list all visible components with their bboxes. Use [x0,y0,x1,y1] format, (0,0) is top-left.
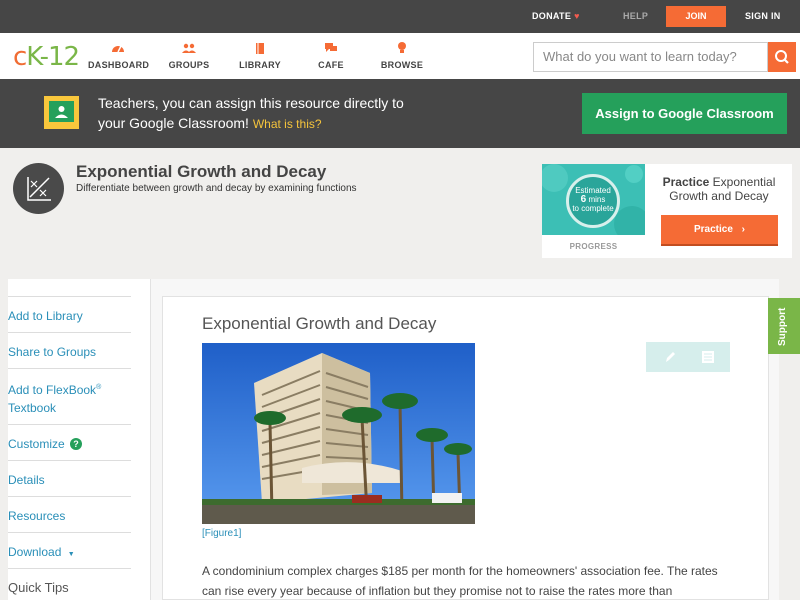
sidebar-add-to-library[interactable]: Add to Library [8,296,131,332]
library-icon [256,43,264,54]
sidebar-quick-tips[interactable]: Quick Tips [8,568,131,600]
concept-subtitle: Differentiate between growth and decay b… [76,183,357,194]
nav-dashboard[interactable]: DASHBOARD [88,41,150,70]
top-bar: DONATE ♥ HELP JOIN SIGN IN [0,0,800,33]
help-icon[interactable]: ? [70,438,83,450]
practice-title-bold: Practice [662,175,710,189]
support-tab[interactable]: Support [768,298,800,354]
join-button[interactable]: JOIN [666,6,726,27]
dashboard-icon [112,45,124,53]
logo-dash: - [39,42,49,72]
sidebar-customize-label: Customize [8,437,65,451]
donate-label: DONATE [532,11,572,21]
logo-k: K [26,42,40,72]
assign-google-classroom-button[interactable]: Assign to Google Classroom [582,93,787,134]
figure-caption[interactable]: [Figure1] [202,528,241,539]
registered-mark: ® [96,384,102,391]
google-classroom-icon [44,96,79,129]
banner-line-1: Teachers, you can assign this resource d… [98,95,404,111]
support-label: Support [777,307,788,346]
heart-icon: ♥ [574,11,580,21]
concept-icon [13,163,64,214]
nav-browse[interactable]: BROWSE [380,41,424,70]
help-link[interactable]: HELP [623,0,648,33]
practice-title: Practice Exponential Growth and Decay [654,175,784,203]
practice-image: Estimated 6 mins to complete [542,164,645,235]
logo-c: c [13,42,27,72]
chevron-right-icon: › [741,224,746,235]
condominium-illustration [202,343,475,524]
search-button[interactable] [768,42,796,72]
sidebar-details[interactable]: Details [8,460,131,496]
sidebar-flexbook-label: Add to FlexBook [8,383,97,397]
groups-icon [182,43,196,53]
search-icon [775,50,789,64]
nav-groups-label: GROUPS [168,60,210,70]
sidebar-add-to-flexbook[interactable]: Add to FlexBook® Textbook [8,368,131,424]
notes-icon[interactable] [700,349,716,365]
nav-library[interactable]: LIBRARY [238,41,282,70]
main-nav: cK-12 DASHBOARD GROUPS LIBRARY CAFE BROW… [0,33,800,79]
sign-in-link[interactable]: SIGN IN [745,0,781,33]
nav-library-label: LIBRARY [239,60,281,70]
cafe-icon [325,43,337,52]
nav-cafe[interactable]: CAFE [314,41,348,70]
progress-label: PROGRESS [569,242,618,251]
practice-topic-2: Growth and Decay [669,189,769,203]
sidebar-download[interactable]: Download ▼ [8,532,131,568]
sidebar-download-label: Download [8,545,62,559]
banner-line-2: your Google Classroom! [98,115,249,131]
sidebar-resources[interactable]: Resources [8,496,131,532]
pencil-icon[interactable] [662,349,678,365]
teacher-banner-text: Teachers, you can assign this resource d… [98,93,458,134]
sidebar-customize[interactable]: Customize ? [8,424,131,460]
condominium-photo [202,343,475,524]
estimated-mins-word: mins [588,195,606,204]
graph-icon [27,177,51,201]
practice-card: Estimated 6 mins to complete PROGRESS Pr… [542,164,792,258]
logo-12: 12 [48,42,80,72]
ck12-logo[interactable]: cK-12 [13,42,80,72]
article-tools [646,342,730,372]
article-paragraph: A condominium complex charges $185 per m… [202,564,718,598]
practice-button-label: Practice [693,224,733,235]
sidebar-share-to-groups[interactable]: Share to Groups [8,332,131,368]
concept-title: Exponential Growth and Decay [76,162,327,181]
nav-cafe-label: CAFE [318,60,344,70]
search-input[interactable]: What do you want to learn today? [533,42,768,72]
estimated-time-badge: Estimated 6 mins to complete [566,174,620,228]
caret-down-icon: ▼ [67,551,75,558]
practice-button[interactable]: Practice › [661,215,778,244]
estimated-to-complete: to complete [572,204,614,213]
article-title: Exponential Growth and Decay [202,314,437,333]
what-is-this-link[interactable]: What is this? [253,117,322,131]
nav-dashboard-label: DASHBOARD [88,60,150,70]
browse-icon [398,42,406,53]
donate-link[interactable]: DONATE ♥ [532,0,580,33]
sidebar-flexbook-textbook: Textbook [8,401,57,415]
nav-groups[interactable]: GROUPS [163,41,215,70]
nav-browse-label: BROWSE [380,60,424,70]
practice-topic-1: Exponential [712,175,776,189]
